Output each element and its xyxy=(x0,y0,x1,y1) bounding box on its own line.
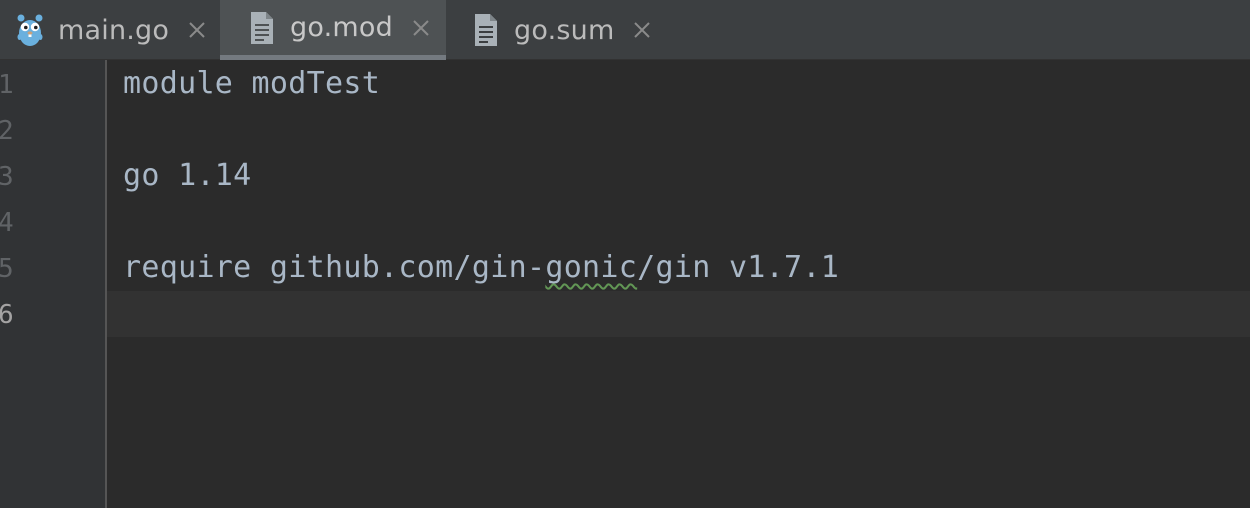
tab-label: go.mod xyxy=(290,12,393,43)
current-line-highlight xyxy=(107,291,1250,337)
line-number: 3 xyxy=(0,162,14,192)
code-editor[interactable]: module modTest go 1.14 require github.co… xyxy=(107,60,1250,508)
tab-label: main.go xyxy=(58,14,170,46)
spelling-warning[interactable]: gonic xyxy=(545,250,637,285)
tab-go-sum[interactable]: go.sum xyxy=(446,0,676,60)
line-number: 1 xyxy=(0,70,14,100)
code-text: require github.com/gin- xyxy=(123,250,546,285)
gopher-icon xyxy=(14,10,46,50)
tab-go-mod[interactable]: go.mod xyxy=(220,0,446,60)
code-text: go 1.14 xyxy=(123,158,252,193)
code-text: /gin v1.7.1 xyxy=(637,250,840,285)
file-icon xyxy=(470,10,502,50)
code-line[interactable]: go 1.14 xyxy=(123,153,252,199)
close-icon[interactable] xyxy=(630,18,654,42)
editor-tab-bar: main.go go.mod go.sum xyxy=(0,0,1250,60)
line-number: 4 xyxy=(0,208,14,238)
code-line[interactable]: module modTest xyxy=(123,61,380,107)
line-number: 2 xyxy=(0,116,14,146)
close-icon[interactable] xyxy=(185,18,209,42)
tab-main-go[interactable]: main.go xyxy=(0,0,220,60)
close-icon[interactable] xyxy=(409,16,433,40)
line-number-current: 6 xyxy=(0,300,14,330)
line-number-gutter[interactable]: 1 2 3 4 5 6 xyxy=(0,60,107,508)
file-icon xyxy=(246,8,278,48)
code-line[interactable]: require github.com/gin-gonic/gin v1.7.1 xyxy=(123,245,839,291)
code-text: module modTest xyxy=(123,66,381,101)
tab-label: go.sum xyxy=(514,14,615,46)
line-number: 5 xyxy=(0,254,14,284)
